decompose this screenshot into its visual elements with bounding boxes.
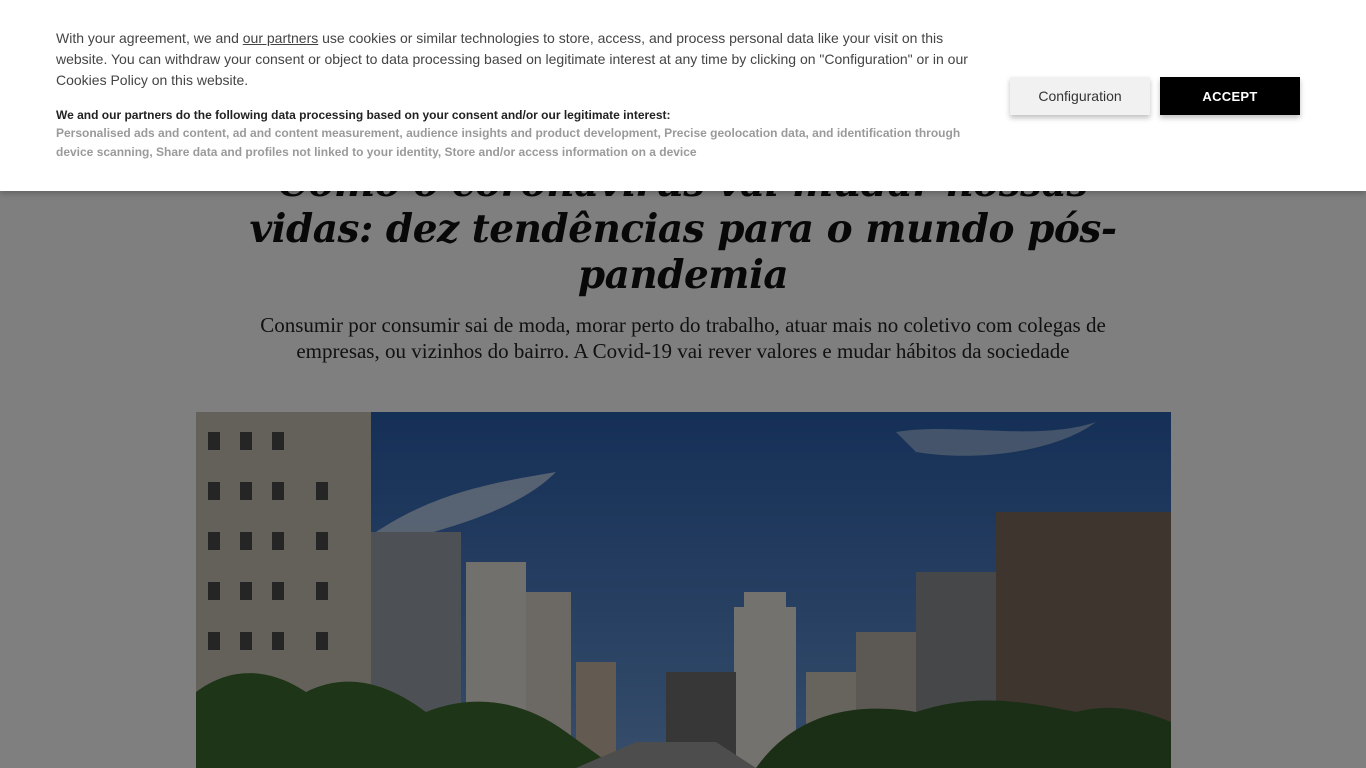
our-partners-link[interactable]: our partners [243, 30, 318, 46]
processing-heading: We and our partners do the following dat… [56, 108, 671, 122]
cookie-intro-before-link: With your agreement, we and [56, 30, 243, 46]
configuration-button[interactable]: Configuration [1010, 77, 1150, 115]
cookie-consent-banner: With your agreement, we and our partners… [0, 0, 1366, 191]
processing-purposes: Personalised ads and content, ad and con… [56, 126, 961, 159]
cookie-intro-text: With your agreement, we and our partners… [56, 28, 976, 91]
accept-button[interactable]: ACCEPT [1160, 77, 1300, 115]
page: Como o coronavírus vai mudar nossas vida… [0, 0, 1366, 768]
